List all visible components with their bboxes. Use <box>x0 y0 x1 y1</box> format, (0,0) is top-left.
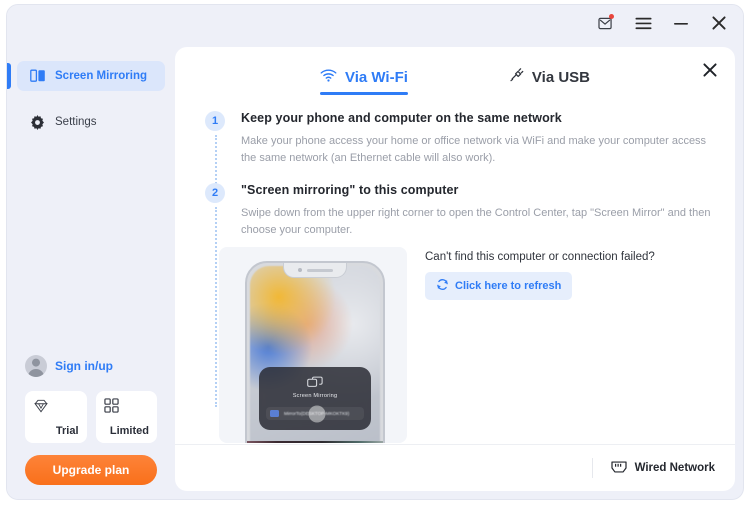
connection-tabs: Via Wi-Fi Via USB <box>175 67 735 95</box>
sidebar-item-settings[interactable]: Settings <box>17 107 165 137</box>
help-question: Can't find this computer or connection f… <box>425 251 655 263</box>
app-window: Screen Mirroring Settings Sign in/up Tri… <box>6 4 744 500</box>
control-center-title: Screen Mirroring <box>292 393 338 399</box>
phone-volume-button <box>245 329 247 351</box>
main-panel: Via Wi-Fi Via USB 1 Keep your phone and … <box>175 47 735 491</box>
screen-mirror-icon <box>259 376 371 388</box>
step-description: Make your phone access your home or offi… <box>241 135 707 165</box>
phone-camera-dot <box>297 268 302 272</box>
wired-network-button[interactable]: Wired Network <box>610 460 715 477</box>
sidebar-item-label: Settings <box>55 116 97 128</box>
media-row: Screen Mirroring MirrorTo(DESKTOP-MKOKTK… <box>219 247 715 443</box>
plan-card-label: Limited <box>109 425 149 437</box>
phone-mute-button <box>245 309 247 323</box>
sign-in-label: Sign in/up <box>55 359 113 373</box>
plan-card-label: Trial <box>55 425 79 437</box>
refresh-icon <box>436 278 449 294</box>
plan-card-limited[interactable]: Limited <box>95 391 157 443</box>
step-item-1: 1 Keep your phone and computer on the sa… <box>197 111 713 187</box>
tab-via-wifi[interactable]: Via Wi-Fi <box>319 67 408 95</box>
phone-illustration: Screen Mirroring MirrorTo(DESKTOP-MKOKTK… <box>219 247 407 443</box>
panel-footer: Wired Network <box>175 444 735 491</box>
step-number: 2 <box>205 183 225 204</box>
phone-bottom-strip <box>247 441 383 443</box>
wifi-icon <box>320 69 337 86</box>
step-title: Keep your phone and computer on the same… <box>241 111 562 125</box>
minimize-icon[interactable] <box>669 11 693 35</box>
tab-label: Via Wi-Fi <box>344 68 408 86</box>
sidebar: Screen Mirroring Settings Sign in/up Tri… <box>7 43 175 499</box>
plan-cards: Trial Limited <box>7 391 175 443</box>
sidebar-active-indicator <box>7 63 11 89</box>
tab-via-usb[interactable]: Via USB <box>508 67 590 95</box>
mail-badge-dot <box>609 14 614 19</box>
phone-power-button <box>383 321 385 347</box>
plan-card-trial[interactable]: Trial <box>25 391 87 443</box>
gear-icon <box>29 114 46 131</box>
wired-network-label: Wired Network <box>634 462 715 474</box>
phone-body: Screen Mirroring MirrorTo(DESKTOP-MKOKTK… <box>245 261 385 443</box>
sidebar-item-screen-mirroring[interactable]: Screen Mirroring <box>17 61 165 91</box>
step-title: "Screen mirroring" to this computer <box>241 183 459 198</box>
step-connector-line <box>214 135 217 187</box>
step-connector-line <box>214 207 217 408</box>
screen-mirroring-icon <box>29 68 46 85</box>
control-center-device-row: MirrorTo(DESKTOP-MKOKTK9) <box>266 405 364 422</box>
sign-in-row[interactable]: Sign in/up <box>7 355 175 377</box>
control-center-screen-mirroring-panel: Screen Mirroring MirrorTo(DESKTOP-MKOKTK… <box>259 367 371 430</box>
ethernet-icon <box>610 460 627 477</box>
title-bar <box>7 5 743 43</box>
mail-icon[interactable] <box>593 11 617 35</box>
device-monitor-icon <box>270 410 279 417</box>
grid-icon <box>103 398 119 418</box>
user-avatar-icon <box>25 355 47 377</box>
usb-icon <box>508 67 524 87</box>
refresh-label: Click here to refresh <box>455 280 562 292</box>
menu-icon[interactable] <box>631 11 655 35</box>
step-number: 1 <box>205 111 225 131</box>
refresh-button[interactable]: Click here to refresh <box>425 272 573 300</box>
phone-notch <box>283 263 347 278</box>
diamond-icon <box>33 398 49 419</box>
tab-label: Via USB <box>531 68 591 86</box>
close-icon[interactable] <box>707 11 731 35</box>
help-column: Can't find this computer or connection f… <box>425 247 655 443</box>
sidebar-bottom: Sign in/up Trial Limited Upgrade plan <box>7 355 175 485</box>
step-description: Swipe down from the upper right corner t… <box>241 207 711 237</box>
tab-active-underline <box>319 92 408 95</box>
footer-divider <box>591 458 593 478</box>
tap-indicator <box>308 405 326 422</box>
window-controls <box>593 11 731 35</box>
steps-list: 1 Keep your phone and computer on the sa… <box>197 111 713 408</box>
step-item-2: 2 "Screen mirroring" to this computer Sw… <box>197 183 713 408</box>
sidebar-item-label: Screen Mirroring <box>55 70 148 82</box>
phone-speaker-slot <box>306 268 333 272</box>
upgrade-plan-button[interactable]: Upgrade plan <box>25 455 157 485</box>
